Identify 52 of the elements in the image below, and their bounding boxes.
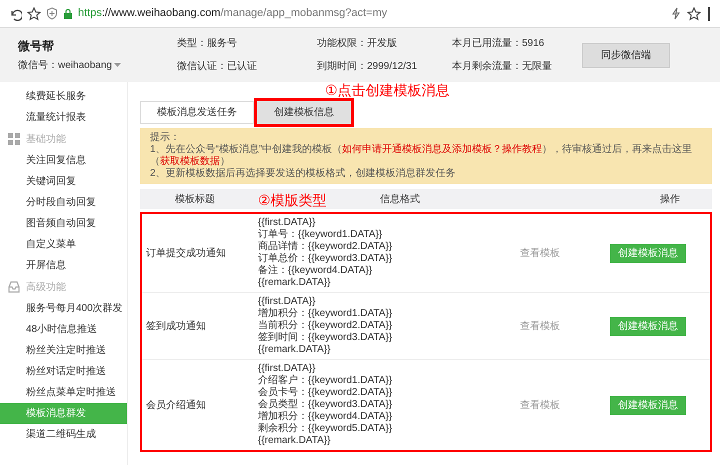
sidebar-item[interactable]: 服务号每月400次群发 bbox=[0, 298, 127, 319]
account-info: 本月已用流量：5916 bbox=[452, 36, 546, 51]
sidebar-section: 基础功能 bbox=[26, 132, 66, 146]
template-format: {{first.DATA}} 介绍客户：{{keyword1.DATA}} 会员卡号：{{keyword2.DATA}} 会员类型：{{keyword3.DATA}} 增加积分：{{keyword4.DATA}} 剩余积分：{{keyword5.DATA}} {{remark.DATA}} bbox=[257, 363, 394, 447]
sidebar-item[interactable]: 粉丝关注定时推送 bbox=[0, 340, 127, 361]
shield-icon bbox=[46, 7, 58, 20]
sidebar-item[interactable]: 48小时信息推送 bbox=[0, 319, 127, 340]
tab[interactable]: 创建模板信息 bbox=[257, 100, 351, 124]
account-info: 功能权限：开发版 bbox=[317, 36, 398, 51]
account-id: 微信号：weihaobang bbox=[18, 58, 112, 73]
tab[interactable]: 模板消息发送任务 bbox=[140, 100, 254, 124]
template-format: {{first.DATA}} 订单号：{{keyword1.DATA}} 商品详情：{{keyword2.DATA}} 订单总价：{{keyword3.DATA}} 备注：{{keyword4.DATA}} {{remark.DATA}} bbox=[257, 217, 394, 289]
annotation-text: ①点击创建模板消息 bbox=[325, 81, 450, 100]
sidebar-item[interactable]: 关键词回复 bbox=[0, 171, 127, 192]
sidebar-item[interactable]: 粉丝点菜单定时推送 bbox=[0, 382, 127, 403]
sidebar-item[interactable]: 图音频自动回复 bbox=[0, 213, 127, 234]
sidebar-item[interactable]: 自定义菜单 bbox=[0, 234, 127, 255]
notice-title: 提示： bbox=[150, 132, 181, 144]
lightning-icon[interactable] bbox=[670, 7, 682, 20]
account-name: 微号帮 bbox=[18, 38, 55, 56]
notice-link[interactable]: 获取模板数据 bbox=[160, 156, 220, 167]
account-info: 类型：服务号 bbox=[177, 36, 238, 51]
table-cell-text: 会员介绍通知 bbox=[145, 398, 207, 412]
notice-text: 1、先在公众号“模板消息”中创建我的模板（如何申请开通模板消息及添加模板？操作教程），待审核通过后，再来点击这里（获取模板数据） bbox=[150, 144, 694, 168]
sidebar-item[interactable]: 流量统计报表 bbox=[0, 107, 127, 128]
table-cell-text: 订单提交成功通知 bbox=[145, 246, 227, 260]
sidebar-section: 高级功能 bbox=[26, 280, 66, 294]
sidebar-item[interactable]: 渠道二维码生成 bbox=[0, 424, 127, 445]
column-header: 信息格式 bbox=[380, 192, 420, 206]
sidebar-item[interactable]: 续费延长服务 bbox=[0, 86, 127, 107]
column-header: 操作 bbox=[660, 192, 680, 206]
account-info: 到期时间：2999/12/31 bbox=[317, 60, 418, 74]
lock-icon bbox=[63, 8, 73, 20]
url-field[interactable]: https://www.weihaobang.com/manage/app_mobanmsg?act=my bbox=[78, 5, 665, 22]
annotation-text: ②模版类型 bbox=[258, 191, 327, 210]
notice-link[interactable]: 如何申请开通模板消息及添加模板？操作教程 bbox=[342, 144, 542, 155]
sidebar-item[interactable]: 关注回复信息 bbox=[0, 150, 127, 171]
notice-text: 2、更新模板数据后再选择要发送的模板格式，创建模板消息群发任务 bbox=[150, 168, 457, 180]
account-info: 本月剩余流量：无限量 bbox=[452, 60, 553, 74]
caret-icon[interactable] bbox=[114, 63, 122, 68]
sidebar-item[interactable]: 分时段自动回复 bbox=[0, 192, 127, 213]
sidebar-item[interactable]: 粉丝对话定时推送 bbox=[0, 361, 127, 382]
sync-button[interactable]: 同步微信端 bbox=[582, 42, 670, 68]
star-icon[interactable] bbox=[27, 6, 41, 20]
account-info: 微信认证：已认证 bbox=[177, 60, 258, 74]
template-format: {{first.DATA}} 增加积分：{{keyword1.DATA}} 当前积分：{{keyword2.DATA}} 签到时间：{{keyword3.DATA}} {{remark.DATA}} bbox=[257, 296, 394, 356]
star-icon[interactable] bbox=[687, 6, 701, 20]
grid-icon bbox=[8, 133, 20, 145]
table-cell-text: 签到成功通知 bbox=[145, 320, 207, 334]
column-header: 模板标题 bbox=[174, 192, 216, 206]
sidebar-item[interactable]: 开屏信息 bbox=[0, 255, 127, 276]
tray-icon bbox=[8, 281, 20, 293]
